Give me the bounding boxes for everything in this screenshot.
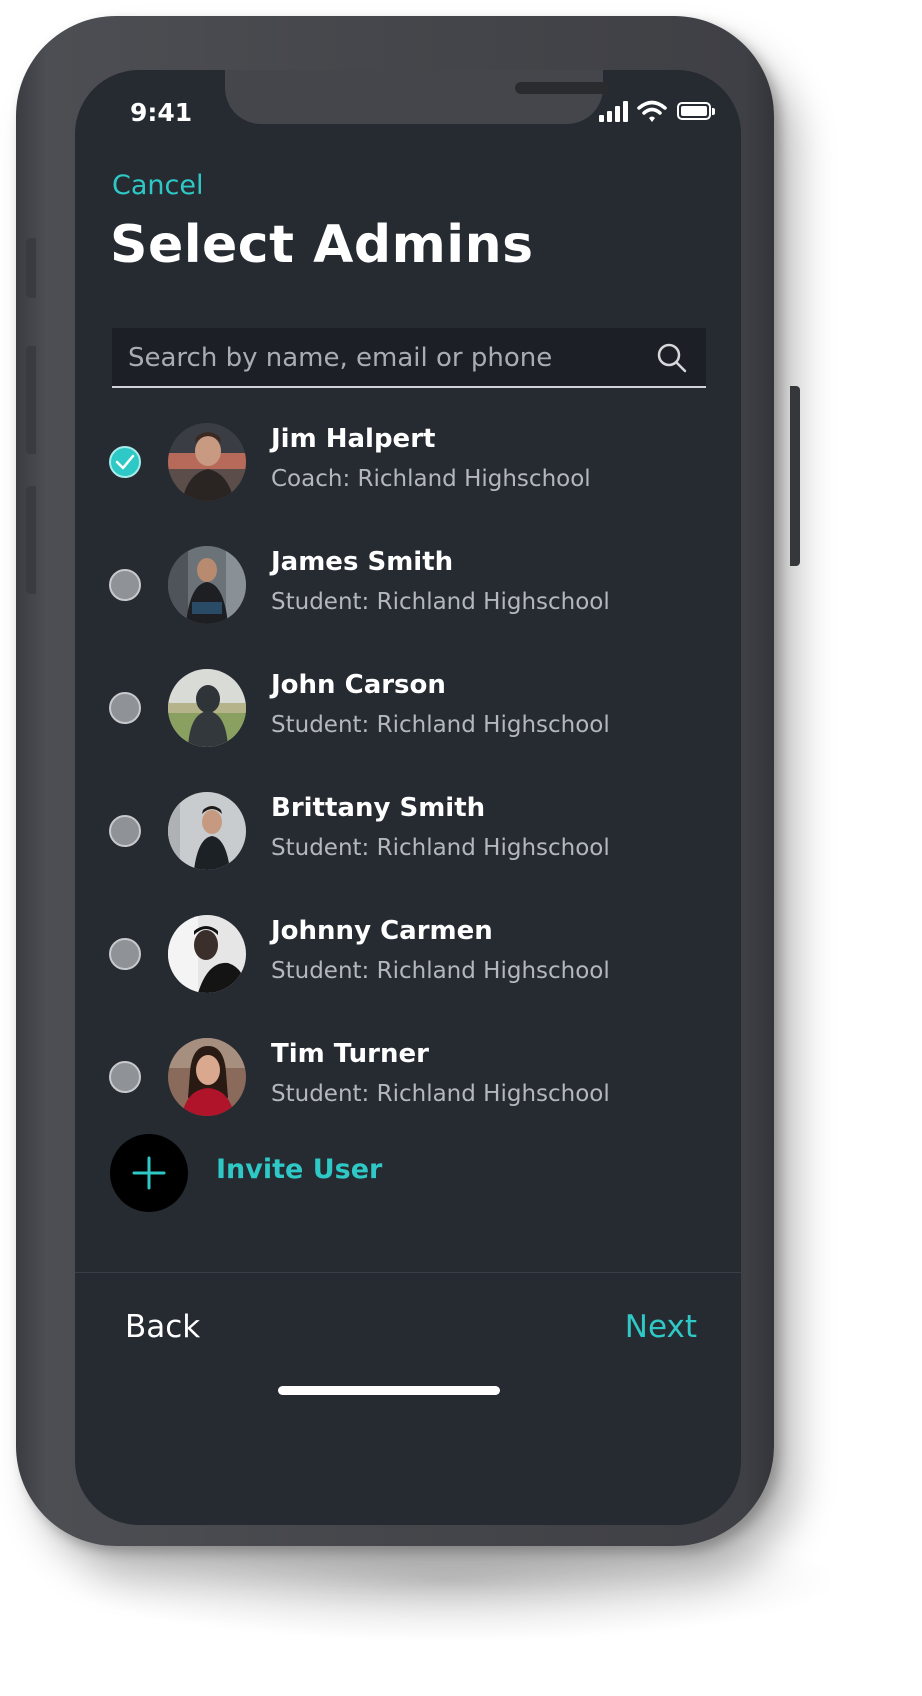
power-button xyxy=(790,386,800,566)
volume-up-button xyxy=(26,346,36,454)
mute-switch xyxy=(26,238,36,298)
home-indicator[interactable] xyxy=(278,1386,500,1395)
user-role: Student: Richland Highschool xyxy=(271,958,610,984)
invite-user-row[interactable]: Invite User xyxy=(75,1134,741,1218)
user-role: Coach: Richland Highschool xyxy=(271,466,591,492)
app-screen: 9:41 Cancel Select Admins Search by name… xyxy=(75,70,741,1525)
status-time: 9:41 xyxy=(130,98,193,127)
checkbox-unselected[interactable] xyxy=(109,815,141,847)
notch xyxy=(225,70,609,124)
invite-user-label[interactable]: Invite User xyxy=(216,1154,382,1185)
search-icon[interactable] xyxy=(656,342,688,374)
user-role: Student: Richland Highschool xyxy=(271,589,610,615)
avatar xyxy=(168,915,246,993)
battery-cap xyxy=(712,108,715,115)
invite-user-button[interactable] xyxy=(110,1134,188,1212)
checkmark-icon xyxy=(115,454,135,470)
user-name: Tim Turner xyxy=(271,1039,429,1069)
user-name: Johnny Carmen xyxy=(271,916,493,946)
cancel-button[interactable]: Cancel xyxy=(112,170,203,201)
volume-down-button xyxy=(26,486,36,594)
user-row-johnny-carmen[interactable]: Johnny Carmen Student: Richland Highscho… xyxy=(75,902,741,1012)
user-name: Brittany Smith xyxy=(271,793,486,823)
checkbox-unselected[interactable] xyxy=(109,569,141,601)
checkbox-selected[interactable] xyxy=(109,446,141,478)
phone-frame: 9:41 Cancel Select Admins Search by name… xyxy=(16,16,800,1546)
user-row-jim-halpert[interactable]: Jim Halpert Coach: Richland Highschool xyxy=(75,410,741,520)
search-bar xyxy=(112,328,706,388)
next-button[interactable]: Next xyxy=(625,1309,697,1345)
battery-icon xyxy=(677,102,711,120)
user-row-tim-turner[interactable]: Tim Turner Student: Richland Highschool xyxy=(75,1025,741,1135)
user-role: Student: Richland Highschool xyxy=(271,712,610,738)
checkbox-unselected[interactable] xyxy=(109,692,141,724)
checkbox-unselected[interactable] xyxy=(109,938,141,970)
plus-icon xyxy=(132,1156,166,1190)
checkbox-unselected[interactable] xyxy=(109,1061,141,1093)
avatar xyxy=(168,792,246,870)
bottom-navigation-bar: Back Next xyxy=(75,1272,741,1525)
search-input[interactable] xyxy=(126,328,630,388)
user-name: Jim Halpert xyxy=(271,424,436,454)
page-title: Select Admins xyxy=(110,215,534,275)
cellular-signal-icon xyxy=(599,100,629,124)
user-role: Student: Richland Highschool xyxy=(271,1081,610,1107)
avatar xyxy=(168,423,246,501)
wifi-icon xyxy=(637,100,667,122)
user-name: James Smith xyxy=(271,547,454,577)
avatar xyxy=(168,669,246,747)
speaker-grille xyxy=(515,82,609,94)
user-name: John Carson xyxy=(271,670,446,700)
avatar xyxy=(168,546,246,624)
user-row-john-carson[interactable]: John Carson Student: Richland Highschool xyxy=(75,656,741,766)
user-row-brittany-smith[interactable]: Brittany Smith Student: Richland Highsch… xyxy=(75,779,741,889)
user-row-james-smith[interactable]: James Smith Student: Richland Highschool xyxy=(75,533,741,643)
user-role: Student: Richland Highschool xyxy=(271,835,610,861)
back-button[interactable]: Back xyxy=(125,1309,200,1345)
avatar xyxy=(168,1038,246,1116)
